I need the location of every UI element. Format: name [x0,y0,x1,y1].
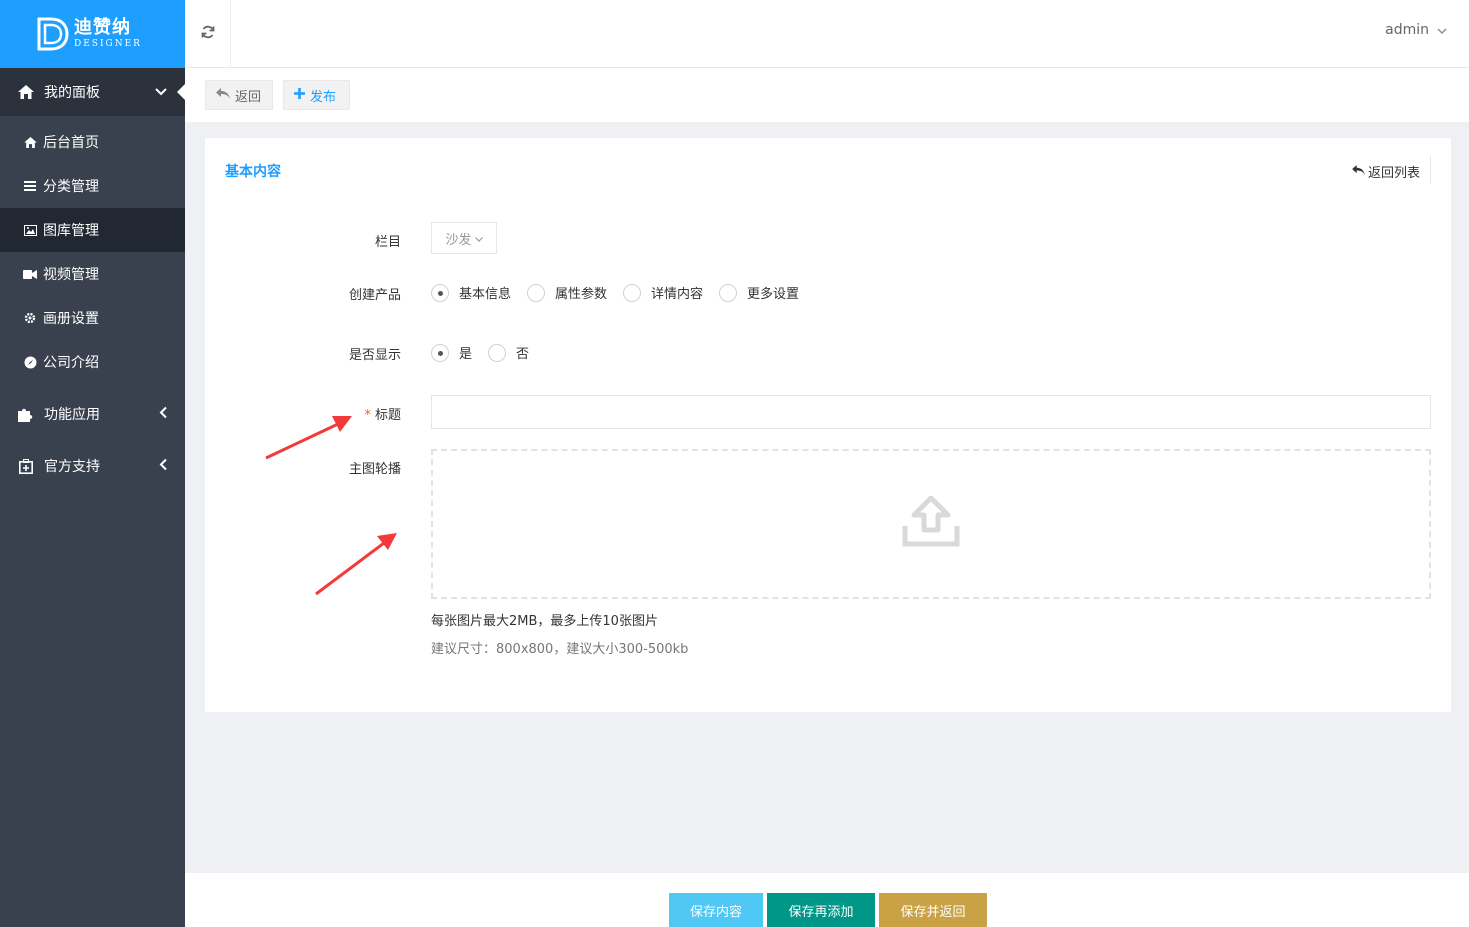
toolbar: 返回 发布 [185,68,1469,122]
chevron-down-icon [474,231,483,246]
divider [1430,156,1431,184]
display-radio-group: 是 否 [431,343,545,362]
sidebar-item-label: 图库管理 [43,223,99,239]
sidebar-item-video[interactable]: 视频管理 [0,252,185,296]
content-card: 基本内容 返回列表 栏目 沙发 创建产品 基本信息 属性参数 详情内容 更多设置 [205,138,1451,712]
back-button-label: 返回 [235,89,262,105]
menu-dashboard[interactable]: 我的面板 [0,68,185,116]
gear-icon [22,312,38,324]
sidebar-item-label: 视频管理 [43,267,99,283]
title-input[interactable] [431,395,1431,429]
sidebar-item-label: 后台首页 [43,135,99,151]
menu-features-label: 功能应用 [44,407,100,423]
dashboard-submenu: 后台首页 分类管理 图库管理 视频管理 画册设置 公司介绍 [0,116,185,388]
sidebar-item-company[interactable]: 公司介绍 [0,340,185,384]
plus-box-icon [16,458,36,474]
title-label-text: 标题 [374,408,401,423]
brand-logo[interactable]: 迪赞纳 DESIGNER [0,0,185,68]
brand-name-cn: 迪赞纳 [74,17,131,38]
reply-arrow-icon [216,87,230,103]
radio-details[interactable]: 详情内容 [623,283,703,302]
create-product-label: 创建产品 [348,288,401,303]
sidebar: 迪赞纳 DESIGNER 我的面板 后台首页 分类管理 图库管理 视频管理 画册… [0,0,185,927]
menu-support-label: 官方支持 [44,459,100,475]
radio-circle [623,283,642,302]
sidebar-item-album-settings[interactable]: 画册设置 [0,296,185,340]
title-label: * 标题 [364,404,401,423]
refresh-icon [201,25,215,43]
sidebar-item-gallery[interactable]: 图库管理 [0,208,185,252]
radio-label: 否 [516,347,530,362]
save-button[interactable]: 保存内容 [669,893,763,927]
publish-button[interactable]: 发布 [283,80,350,110]
radio-label: 是 [459,347,473,362]
menu-dashboard-label: 我的面板 [44,85,100,101]
radio-more-settings[interactable]: 更多设置 [719,283,799,302]
sidebar-item-label: 画册设置 [43,311,99,327]
refresh-button[interactable] [185,0,231,68]
list-icon [22,181,38,191]
radio-label: 基本信息 [459,287,512,302]
radio-label: 详情内容 [651,287,704,302]
logo-mark-icon [36,16,70,52]
radio-circle [719,283,738,302]
column-label: 栏目 [374,235,401,250]
chevron-down-icon [1437,22,1447,38]
reply-arrow-icon [1352,164,1365,179]
image-upload-area[interactable] [431,449,1431,599]
puzzle-icon [16,407,36,422]
plus-icon [294,87,305,103]
back-to-list-link[interactable]: 返回列表 [1352,162,1420,181]
back-to-list-label: 返回列表 [1367,166,1420,181]
radio-basic-info[interactable]: 基本信息 [431,283,511,302]
upload-hint-limit: 每张图片最大2MB，最多上传10张图片 [431,614,658,629]
publish-button-label: 发布 [310,89,337,105]
sidebar-item-label: 分类管理 [43,179,99,195]
sidebar-item-category[interactable]: 分类管理 [0,164,185,208]
radio-circle [431,343,449,362]
radio-label: 更多设置 [747,287,800,302]
radio-circle [488,343,507,362]
radio-label: 属性参数 [555,287,608,302]
home-icon [16,85,36,99]
radio-circle [431,283,449,302]
footer-action-bar: 保存内容 保存再添加 保存并返回 [185,873,1469,927]
column-select-value: 沙发 [445,232,472,248]
chevron-left-icon [159,458,167,474]
save-and-add-button[interactable]: 保存再添加 [767,893,875,927]
menu-support[interactable]: 官方支持 [0,440,185,492]
column-select[interactable]: 沙发 [431,222,497,254]
display-label: 是否显示 [348,348,401,363]
chevron-left-icon [159,406,167,422]
home-icon [22,136,38,148]
radio-attributes[interactable]: 属性参数 [527,283,607,302]
required-mark: * [364,408,371,423]
sidebar-item-label: 公司介绍 [43,355,99,371]
brand-name-en: DESIGNER [74,39,142,49]
upload-hint-size: 建议尺寸：800x800，建议大小300-500kb [431,642,689,657]
top-header: admin [185,0,1469,68]
back-button[interactable]: 返回 [205,80,273,110]
user-menu[interactable]: admin [1385,22,1447,38]
menu-features[interactable]: 功能应用 [0,388,185,440]
save-and-return-button[interactable]: 保存并返回 [879,893,987,927]
radio-circle [527,283,546,302]
radio-display-yes[interactable]: 是 [431,343,472,362]
sidebar-item-home[interactable]: 后台首页 [0,120,185,164]
radio-display-no[interactable]: 否 [488,343,529,362]
carousel-label: 主图轮播 [348,462,401,477]
create-product-radio-group: 基本信息 属性参数 详情内容 更多设置 [431,283,815,302]
image-icon [22,224,38,236]
video-icon [22,269,38,279]
user-name: admin [1385,22,1429,38]
active-notch [177,84,185,100]
compass-icon [22,356,38,369]
chevron-down-icon [155,85,167,99]
card-title: 基本内容 [225,164,281,180]
upload-icon [902,495,960,552]
